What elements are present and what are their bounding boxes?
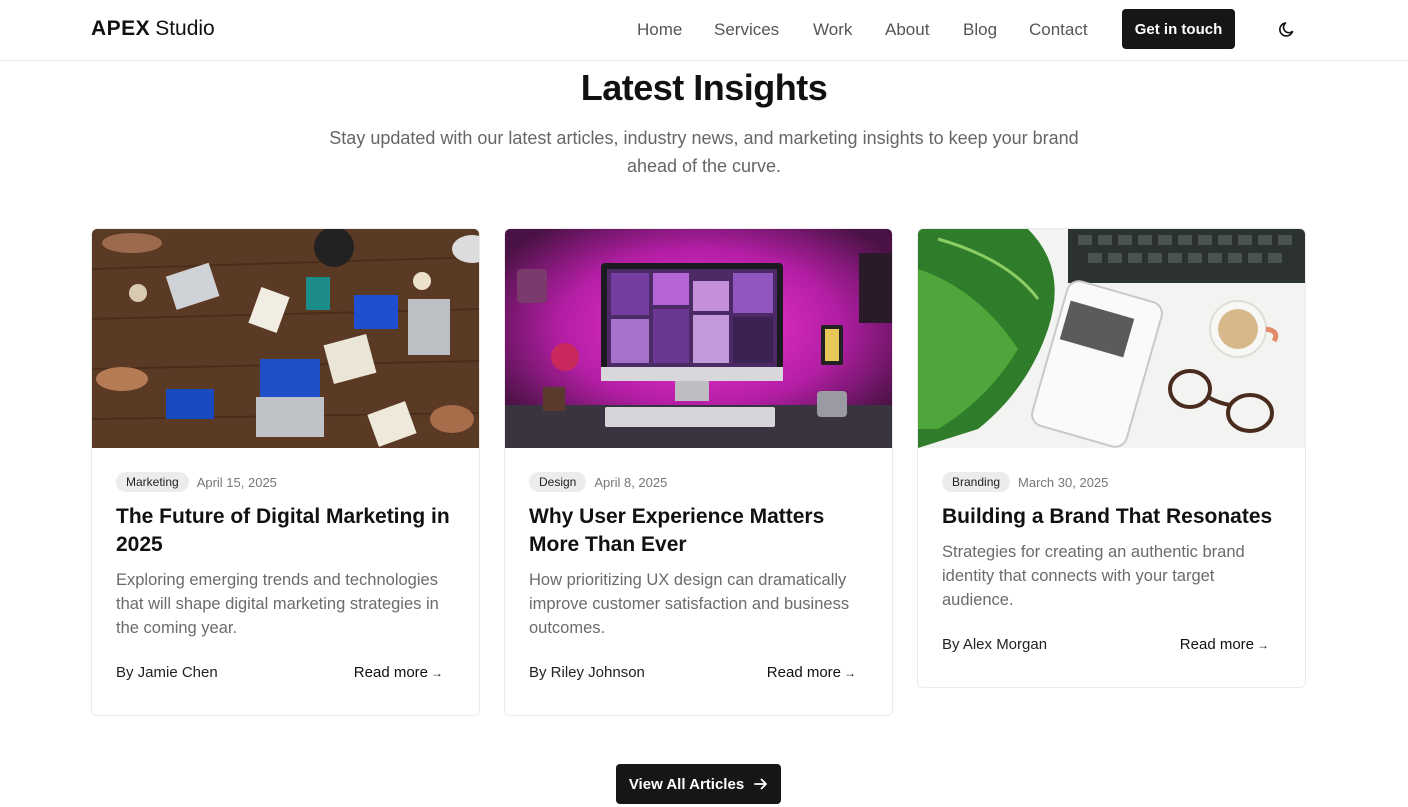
- article-image-online-marketing[interactable]: [918, 229, 1305, 448]
- article-image-team-meeting[interactable]: [92, 229, 479, 448]
- moon-icon: [1279, 22, 1294, 37]
- arrow-right-icon: →: [844, 666, 856, 680]
- article-meta: Design April 8, 2025: [529, 471, 667, 493]
- article-author: By Jamie Chen: [116, 664, 218, 681]
- arrow-right-icon: →: [1257, 638, 1269, 652]
- nav-blog[interactable]: Blog: [963, 19, 997, 41]
- article-image-desk-computer[interactable]: [505, 229, 892, 448]
- read-more-label: Read more: [766, 664, 841, 681]
- site-header: APEX Studio Home Services Work About Blog…: [0, 0, 1408, 61]
- article-date: April 15, 2025: [196, 474, 277, 490]
- article-author: By Alex Morgan: [942, 636, 1048, 653]
- article-card[interactable]: Branding March 30, 2025 Building a Brand…: [917, 228, 1306, 688]
- article-card[interactable]: Design April 8, 2025 Why User Experience…: [504, 228, 893, 716]
- nav-work[interactable]: Work: [813, 19, 852, 41]
- article-description: Exploring emerging trends and technologi…: [116, 571, 439, 637]
- article-title[interactable]: Building a Brand That Resonates: [942, 503, 1287, 531]
- read-more-link[interactable]: Read more →: [354, 663, 443, 683]
- view-all-label: View All Articles: [628, 775, 745, 793]
- article-date: April 8, 2025: [594, 474, 668, 490]
- nav-services[interactable]: Services: [714, 19, 779, 41]
- article-description: Strategies for creating an authentic bra…: [942, 543, 1245, 609]
- section-title: Latest Insights: [580, 67, 828, 108]
- section-subtitle: Stay updated with our latest articles, i…: [329, 128, 1079, 176]
- arrow-right-icon: [754, 778, 768, 790]
- article-card[interactable]: Marketing April 15, 2025 The Future of D…: [91, 228, 480, 716]
- article-meta: Branding March 30, 2025: [942, 471, 1108, 493]
- arrow-right-icon: →: [431, 666, 443, 680]
- read-more-label: Read more: [353, 664, 428, 681]
- nav-about[interactable]: About: [885, 19, 929, 41]
- get-in-touch-button[interactable]: Get in touch: [1122, 9, 1235, 49]
- article-title[interactable]: The Future of Digital Marketing in 2025: [116, 503, 461, 559]
- article-title[interactable]: Why User Experience Matters More Than Ev…: [529, 503, 874, 559]
- read-more-link[interactable]: Read more →: [1180, 635, 1269, 655]
- nav-contact[interactable]: Contact: [1029, 19, 1088, 41]
- article-description: How prioritizing UX design can dramatica…: [529, 571, 850, 637]
- category-tag[interactable]: Branding: [942, 472, 1011, 492]
- article-date: March 30, 2025: [1018, 474, 1109, 490]
- logo-rest: Studio: [155, 17, 215, 40]
- theme-toggle-button[interactable]: [1275, 17, 1299, 41]
- nav-home[interactable]: Home: [637, 19, 682, 41]
- view-all-articles-button[interactable]: View All Articles: [616, 764, 781, 804]
- logo[interactable]: APEX Studio: [91, 16, 215, 42]
- category-tag[interactable]: Design: [529, 472, 587, 492]
- logo-strong: APEX: [91, 17, 151, 40]
- read-more-link[interactable]: Read more →: [767, 663, 856, 683]
- article-author: By Riley Johnson: [529, 664, 645, 681]
- article-meta: Marketing April 15, 2025: [116, 471, 277, 493]
- category-tag[interactable]: Marketing: [116, 472, 189, 492]
- read-more-label: Read more: [1179, 636, 1254, 653]
